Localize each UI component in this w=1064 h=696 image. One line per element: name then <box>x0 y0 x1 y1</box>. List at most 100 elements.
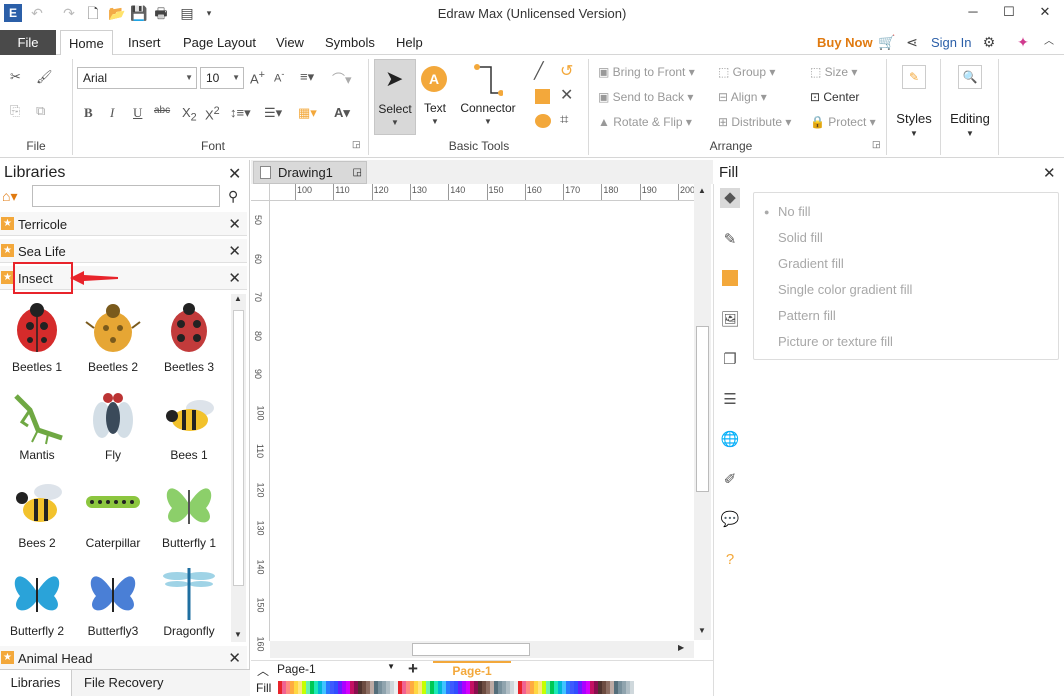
shape-beetles-2[interactable]: Beetles 2 <box>76 294 150 380</box>
maximize-button[interactable]: ☐ <box>994 2 1024 22</box>
minimize-button[interactable]: ─ <box>958 2 988 22</box>
shape-fly[interactable]: Fly <box>76 382 150 468</box>
italic-icon[interactable]: I <box>110 105 114 121</box>
color-palette[interactable] <box>278 681 634 694</box>
fill-option-no-fill[interactable]: No fill <box>778 204 811 219</box>
font-color-icon[interactable]: A▾ <box>334 105 350 121</box>
bold-icon[interactable]: B <box>84 105 93 121</box>
scroll-up-icon[interactable]: ▲ <box>234 294 242 303</box>
group-button[interactable]: ⬚ Group ▾ <box>718 65 775 79</box>
scroll-down-icon[interactable]: ▼ <box>698 626 706 635</box>
shape-dragonfly[interactable]: Dragonfly <box>152 558 226 644</box>
tab-libraries[interactable]: Libraries <box>0 670 72 696</box>
tab-help[interactable]: Help <box>394 30 425 55</box>
cross-icon[interactable]: ✕ <box>560 85 573 105</box>
fill-option-gradient[interactable]: Gradient fill <box>778 256 844 271</box>
chevron-up-icon[interactable]: ︿ <box>257 662 269 679</box>
distribute-button[interactable]: ⊞ Distribute ▾ <box>718 115 791 129</box>
line-style-icon[interactable]: ⌒▾ <box>332 69 352 88</box>
library-search-input[interactable] <box>32 185 220 207</box>
shape-beetles-1[interactable]: Beetles 1 <box>0 294 74 380</box>
shape-mantis[interactable]: Mantis <box>0 382 74 468</box>
superscript-icon[interactable]: X2 <box>205 105 220 122</box>
library-item-animal-head[interactable]: ★ Animal Head ✕ <box>0 646 247 670</box>
scroll-thumb[interactable] <box>412 643 530 656</box>
shrink-font-icon[interactable]: A- <box>274 69 284 85</box>
library-item-sea-life[interactable]: ★ Sea Life ✕ <box>0 239 247 263</box>
close-icon[interactable]: ◲ <box>353 162 362 183</box>
editing-button[interactable]: 🔍 Editing ▼ <box>946 61 994 141</box>
add-page-icon[interactable]: + <box>408 659 418 679</box>
theme-icon[interactable]: ✦ <box>1014 33 1032 51</box>
protect-button[interactable]: 🔒 Protect ▾ <box>810 115 876 129</box>
dialog-launcher-icon[interactable]: ◲ <box>352 139 361 150</box>
format-painter-icon[interactable]: ✂ <box>10 69 21 85</box>
grow-font-icon[interactable]: A+ <box>250 69 265 86</box>
library-scrollbar[interactable]: ▲ ▼ <box>231 294 246 642</box>
align-button[interactable]: ⊟ Align ▾ <box>718 90 767 104</box>
underline-icon[interactable]: U <box>133 105 142 121</box>
select-tool-button[interactable]: ➤ Select ▼ <box>374 59 416 135</box>
font-size-select[interactable]: 10 ▼ <box>200 67 244 89</box>
paste-icon[interactable]: ⎘ <box>10 103 20 119</box>
search-icon[interactable]: ⚲ <box>228 188 238 205</box>
bring-to-front-button[interactable]: ▣ Bring to Front ▾ <box>598 65 695 79</box>
size-button[interactable]: ⬚ Size ▾ <box>810 65 857 79</box>
tab-symbols[interactable]: Symbols <box>323 30 377 55</box>
file-menu-tab[interactable]: File <box>0 30 56 55</box>
fill-option-pattern[interactable]: Pattern fill <box>778 308 836 323</box>
copy-icon[interactable]: ⧉ <box>36 103 45 119</box>
line-icon[interactable]: ╱ <box>534 61 544 81</box>
canvas-vertical-scrollbar[interactable]: ▲ ▼ <box>694 184 711 640</box>
text-highlight-icon[interactable]: ▦▾ <box>298 105 317 121</box>
close-icon[interactable]: ✕ <box>228 269 241 287</box>
scroll-thumb[interactable] <box>233 310 244 586</box>
rectangle-icon[interactable] <box>535 89 550 104</box>
tab-file-recovery[interactable]: File Recovery <box>84 670 163 696</box>
fill-option-single-color-gradient[interactable]: Single color gradient fill <box>778 282 912 297</box>
strikethrough-icon[interactable]: abc <box>154 105 170 116</box>
align-icon[interactable]: ≡▾ <box>300 69 314 85</box>
connector-tool-button[interactable]: Connector ▼ <box>456 59 520 135</box>
canvas-horizontal-scrollbar[interactable]: ▶ <box>270 641 694 658</box>
sign-in-link[interactable]: Sign In <box>931 35 971 50</box>
line-spacing-icon[interactable]: ↕≡▾ <box>230 105 251 121</box>
drawing-canvas[interactable] <box>271 202 693 641</box>
close-icon[interactable]: ✕ <box>228 649 241 667</box>
cart-icon[interactable]: 🛒 <box>878 33 896 51</box>
page-select[interactable]: Page-1 ▼ <box>277 662 395 679</box>
send-to-back-button[interactable]: ▣ Send to Back ▾ <box>598 90 693 104</box>
close-icon[interactable]: ✕ <box>228 242 241 260</box>
shape-butterfly-1[interactable]: Butterfly 1 <box>152 470 226 556</box>
scroll-down-icon[interactable]: ▼ <box>234 630 242 639</box>
shape-bees-2[interactable]: Bees 2 <box>0 470 74 556</box>
tab-home[interactable]: Home <box>60 30 113 55</box>
tab-active-page[interactable]: Page-1 <box>433 661 511 680</box>
scroll-up-icon[interactable]: ▲ <box>698 186 706 195</box>
document-tab[interactable]: Drawing1 ◲ <box>253 161 367 184</box>
arc-icon[interactable]: ↺ <box>560 61 573 81</box>
shape-bees-1[interactable]: Bees 1 <box>152 382 226 468</box>
shape-butterfly-2[interactable]: Butterfly 2 <box>0 558 74 644</box>
rotate-flip-button[interactable]: ▲ Rotate & Flip ▾ <box>598 115 692 129</box>
bullets-icon[interactable]: ☰▾ <box>264 105 282 121</box>
crop-icon[interactable]: ⌗ <box>560 111 568 128</box>
fill-option-picture-texture[interactable]: Picture or texture fill <box>778 334 893 349</box>
styles-button[interactable]: ✎ Styles ▼ <box>892 61 936 141</box>
scroll-right-icon[interactable]: ▶ <box>678 643 684 652</box>
color-swatch[interactable] <box>630 681 634 694</box>
settings-icon[interactable]: ⚙ <box>980 33 998 51</box>
dialog-launcher-icon[interactable]: ◲ <box>872 139 881 150</box>
library-item-terricole[interactable]: ★ Terricole ✕ <box>0 212 247 236</box>
fill-option-solid[interactable]: Solid fill <box>778 230 823 245</box>
tab-page-layout[interactable]: Page Layout <box>181 30 258 55</box>
tab-insert[interactable]: Insert <box>126 30 163 55</box>
center-button[interactable]: ⊡ Center <box>810 90 859 104</box>
brush-icon[interactable]: 🖌 <box>36 69 53 85</box>
text-tool-button[interactable]: A Text ▼ <box>418 59 452 135</box>
close-button[interactable]: ✕ <box>1030 2 1060 22</box>
font-name-select[interactable]: Arial ▼ <box>77 67 197 89</box>
home-icon[interactable]: ⌂▾ <box>2 188 17 205</box>
ellipse-icon[interactable] <box>535 114 551 128</box>
subscript-icon[interactable]: X2 <box>182 105 197 124</box>
